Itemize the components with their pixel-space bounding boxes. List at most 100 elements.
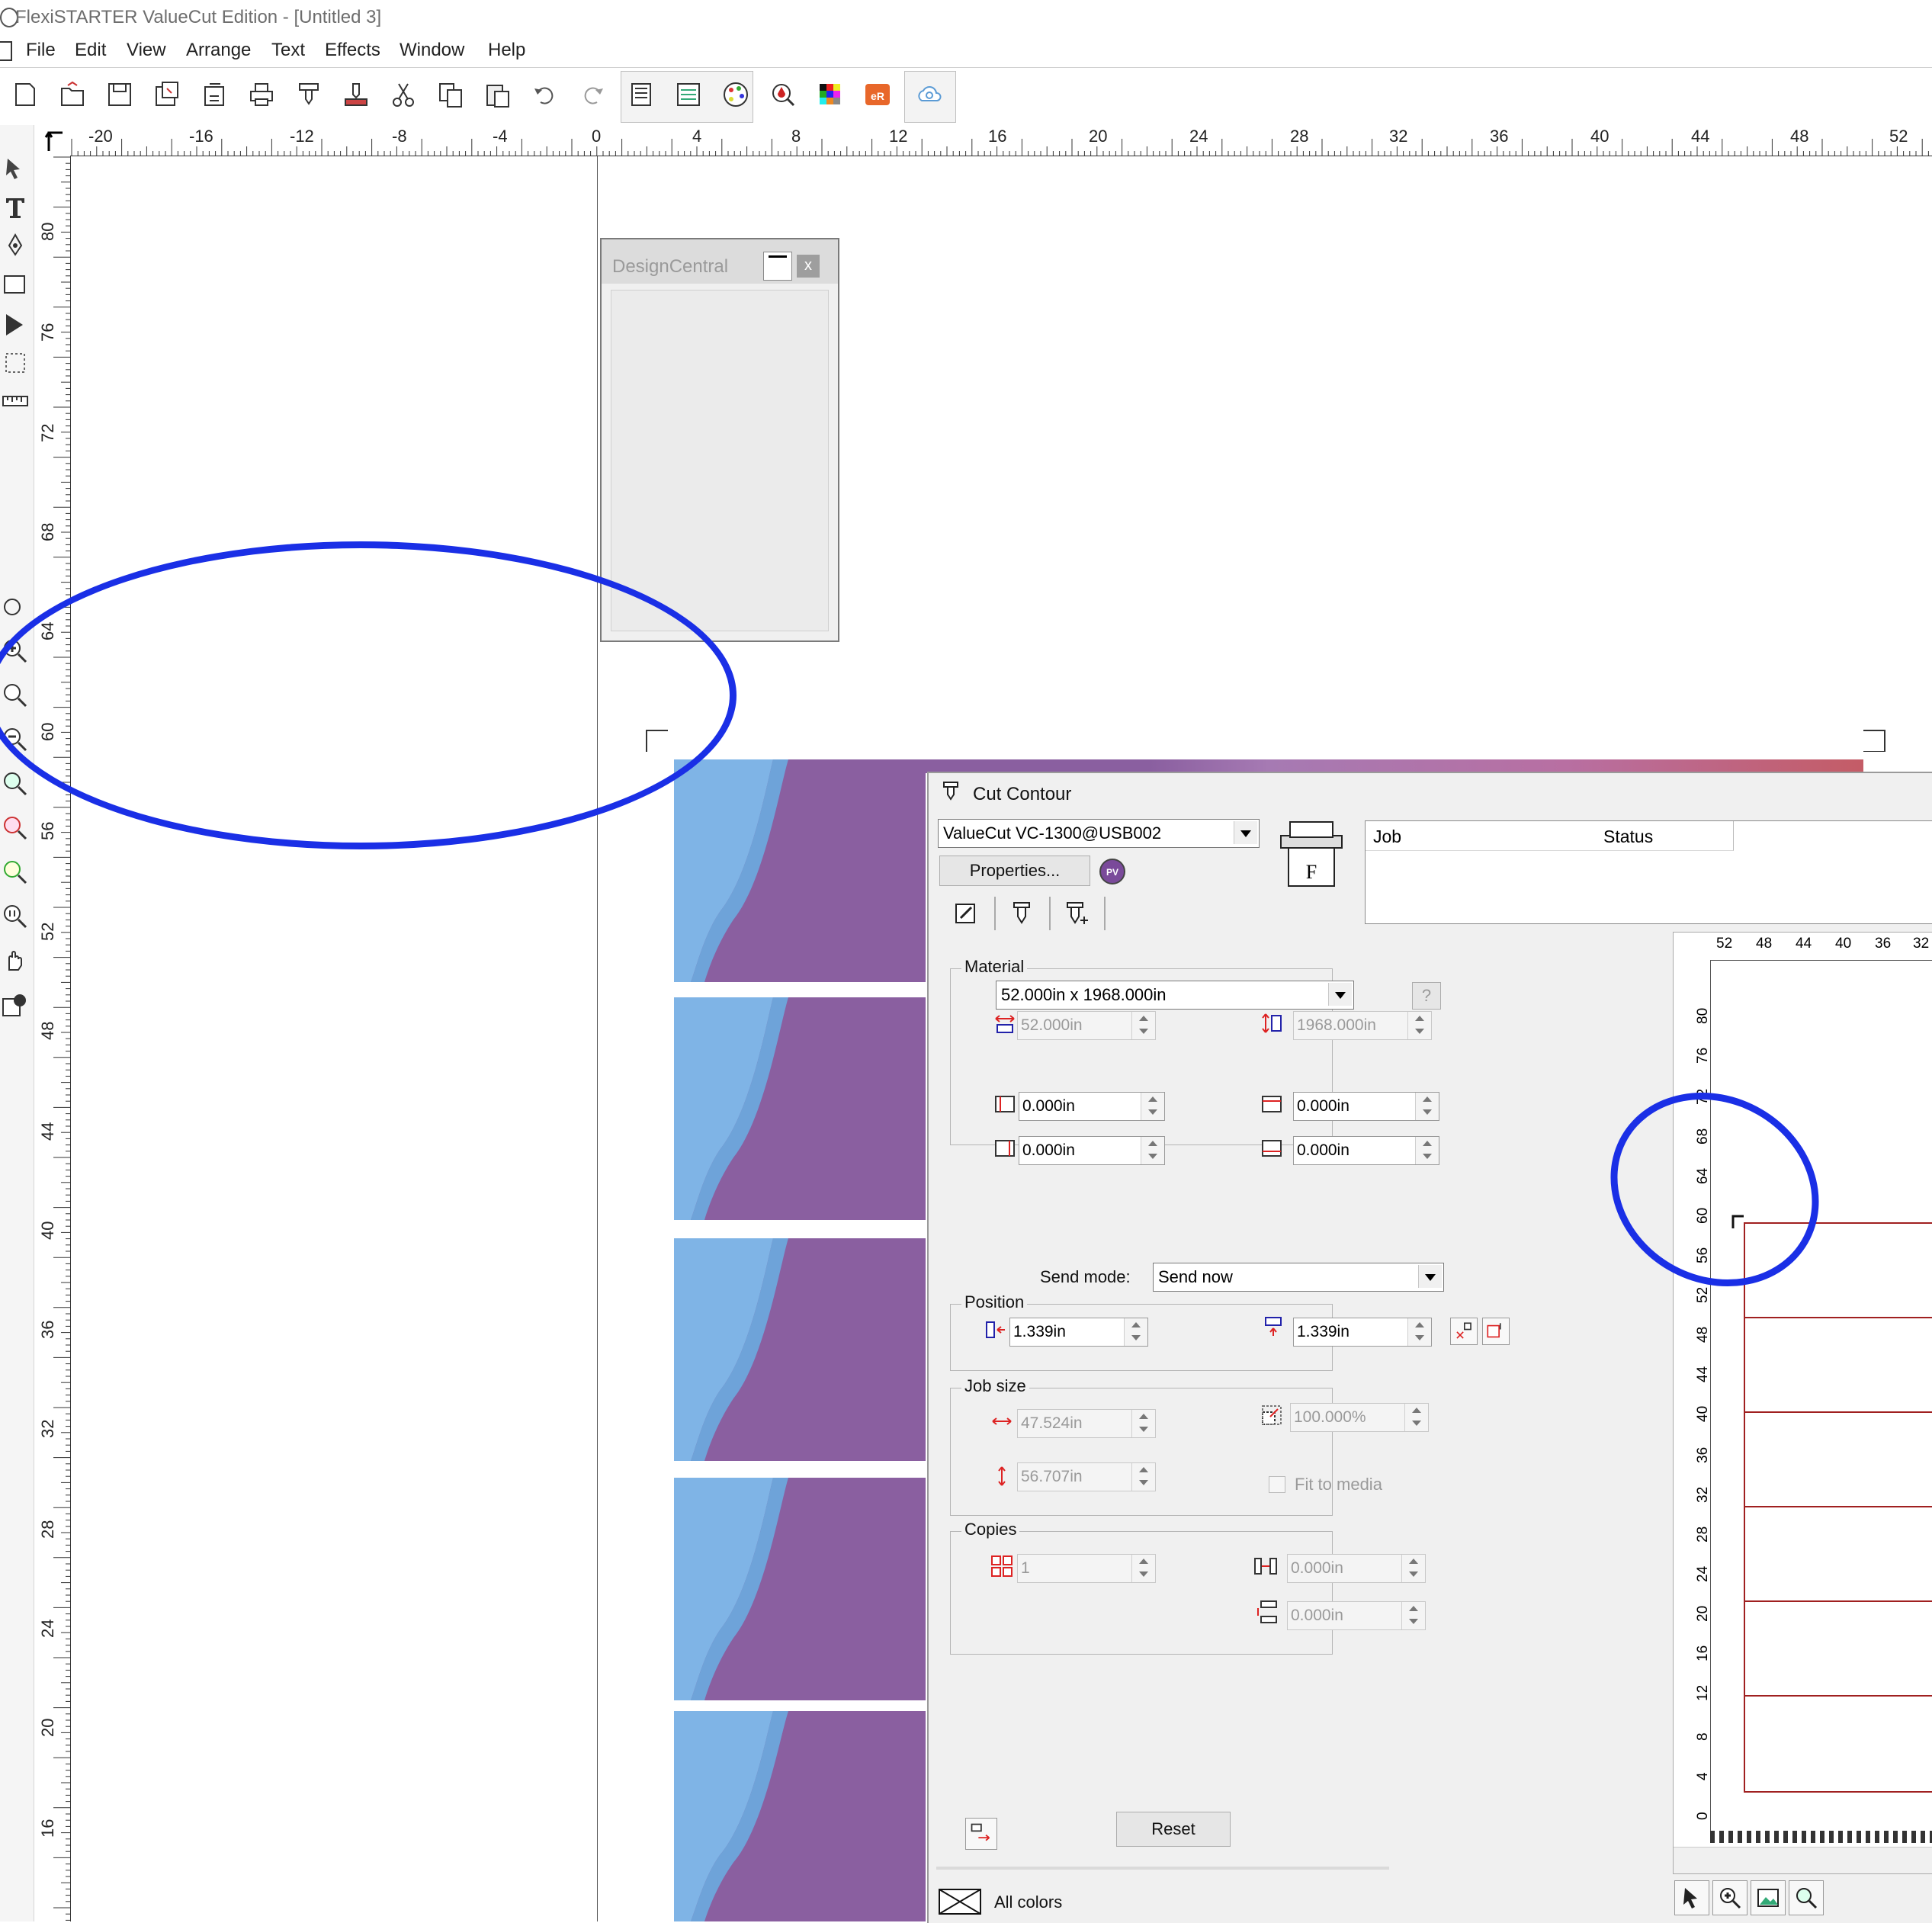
ruler-label: -12 xyxy=(290,127,314,146)
all-colors-icon xyxy=(938,1888,982,1915)
device-select[interactable]: ValueCut VC-1300@USB002 xyxy=(938,819,1260,848)
rip-and-print-icon[interactable] xyxy=(339,77,374,112)
tab-cutter[interactable] xyxy=(996,897,1051,930)
job-height-field[interactable]: 56.707in xyxy=(1017,1462,1156,1491)
clear-position-button[interactable] xyxy=(1450,1318,1478,1345)
zoom-all-icon[interactable] xyxy=(0,856,30,889)
send-to-device-button[interactable] xyxy=(965,1818,997,1850)
menu-arrange[interactable]: Arrange xyxy=(186,40,251,61)
cloud-icon[interactable] xyxy=(912,77,947,112)
color-palette-icon[interactable] xyxy=(718,77,753,112)
preview-zoom-fit-icon[interactable] xyxy=(1789,1880,1824,1915)
preview-pv-icon[interactable]: PV xyxy=(1098,857,1127,886)
horizontal-ruler[interactable]: -20 -16 -12 -8 -4 0 4 8 12 16 20 24 28 3… xyxy=(70,125,1932,156)
set-origin-button[interactable] xyxy=(1482,1318,1510,1345)
preview-image-icon[interactable] xyxy=(1751,1880,1786,1915)
material-size-select[interactable]: 52.000in x 1968.000in xyxy=(996,981,1354,1010)
pen-tool-icon[interactable] xyxy=(0,229,30,262)
job-setup-icon[interactable] xyxy=(624,77,659,112)
copy-icon[interactable] xyxy=(433,77,468,112)
cut-plot-icon[interactable] xyxy=(291,77,326,112)
node-edit-tool-icon[interactable] xyxy=(0,308,30,342)
fit-to-media-checkbox[interactable] xyxy=(1269,1476,1285,1493)
margin-bottom-field[interactable]: 0.000in xyxy=(1293,1136,1439,1165)
menu-file[interactable]: File xyxy=(26,40,56,61)
position-y-field[interactable]: 1.339in xyxy=(1293,1318,1432,1347)
ruler-origin[interactable] xyxy=(35,125,71,156)
ruler-label: 24 xyxy=(1189,127,1208,146)
zoom-selected-icon[interactable] xyxy=(0,767,30,801)
job-list[interactable]: Job Status xyxy=(1365,820,1932,924)
margin-left-field[interactable]: 0.000in xyxy=(1019,1092,1165,1121)
menu-edit[interactable]: Edit xyxy=(75,40,106,61)
print-icon[interactable] xyxy=(244,77,279,112)
close-button[interactable]: x xyxy=(797,255,820,278)
send-mode-select[interactable]: Send now xyxy=(1153,1263,1444,1292)
menu-help[interactable]: Help xyxy=(488,40,525,61)
design-strip[interactable] xyxy=(674,1711,926,1921)
tab-general[interactable] xyxy=(941,897,996,930)
media-preview[interactable]: 52 48 44 40 36 32 80 76 72 68 64 60 56 5… xyxy=(1673,932,1932,1874)
color-fill-icon[interactable] xyxy=(0,988,30,1022)
open-icon[interactable] xyxy=(55,77,90,112)
transform-tool-icon[interactable] xyxy=(0,346,30,380)
preview-scrollbar[interactable] xyxy=(1674,1847,1932,1873)
menu-window[interactable]: Window xyxy=(400,40,464,61)
material-width-field[interactable]: 52.000in xyxy=(1017,1011,1156,1040)
menu-view[interactable]: View xyxy=(127,40,166,61)
pan-hand-icon[interactable] xyxy=(0,944,30,978)
status-column-header[interactable]: Status xyxy=(1596,821,1734,851)
text-tool-icon[interactable] xyxy=(0,191,30,224)
ruler-label: 36 xyxy=(38,1320,57,1339)
select-tool-icon[interactable] xyxy=(0,152,30,186)
new-document-icon[interactable] xyxy=(8,77,43,112)
design-strip[interactable] xyxy=(674,1478,926,1700)
zoom-actual-size-icon[interactable] xyxy=(0,900,30,933)
tab-cutter-advanced[interactable] xyxy=(1051,897,1106,930)
design-strip[interactable] xyxy=(674,759,926,982)
zoom-history-icon[interactable] xyxy=(0,590,30,624)
copies-count-field[interactable]: 1 xyxy=(1017,1554,1156,1583)
margin-right-field[interactable]: 0.000in xyxy=(1019,1136,1165,1165)
reset-button[interactable]: Reset xyxy=(1116,1812,1231,1847)
scale-field[interactable]: 100.000% xyxy=(1290,1403,1429,1432)
color-drop-icon[interactable] xyxy=(765,77,801,112)
horizontal-spacing-field[interactable]: 0.000in xyxy=(1287,1554,1426,1583)
material-help-button[interactable]: ? xyxy=(1412,982,1441,1010)
material-length-field[interactable]: 1968.000in xyxy=(1293,1011,1432,1040)
document-icon[interactable] xyxy=(0,41,12,61)
production-manager-icon[interactable] xyxy=(671,77,706,112)
vertical-spacing-field[interactable]: 0.000in xyxy=(1287,1601,1426,1630)
er-icon[interactable]: eR xyxy=(860,77,895,112)
preview-ruler-label: 40 xyxy=(1695,1405,1711,1422)
import-icon[interactable] xyxy=(197,77,232,112)
vertical-ruler[interactable]: 80 76 72 68 64 60 56 52 48 44 40 36 32 2… xyxy=(35,156,71,1921)
properties-button[interactable]: Properties... xyxy=(939,856,1090,886)
paste-icon[interactable] xyxy=(480,77,515,112)
menu-text[interactable]: Text xyxy=(271,40,305,61)
preview-ruler-label: 36 xyxy=(1695,1446,1711,1463)
minimize-button[interactable] xyxy=(763,252,792,281)
preview-ruler-label: 0 xyxy=(1695,1812,1711,1820)
job-width-field[interactable]: 47.524in xyxy=(1017,1409,1156,1438)
margin-top-field[interactable]: 0.000in xyxy=(1293,1092,1439,1121)
design-strip[interactable] xyxy=(674,997,926,1220)
position-x-field[interactable]: 1.339in xyxy=(1009,1318,1148,1347)
preview-zoom-icon[interactable] xyxy=(1712,1880,1747,1915)
save-icon[interactable] xyxy=(102,77,137,112)
swatch-grid-icon[interactable] xyxy=(813,77,848,112)
menu-effects[interactable]: Effects xyxy=(325,40,380,61)
preview-ruler-label: 32 xyxy=(1695,1486,1711,1503)
job-column-header[interactable]: Job xyxy=(1366,821,1597,851)
preview-select-icon[interactable] xyxy=(1674,1880,1709,1915)
length-icon xyxy=(1260,1011,1284,1035)
save-as-icon[interactable] xyxy=(149,77,185,112)
shape-tool-icon[interactable] xyxy=(0,267,30,300)
undo-icon[interactable] xyxy=(528,77,563,112)
measure-tool-icon[interactable] xyxy=(0,384,30,418)
design-strip[interactable] xyxy=(674,1238,926,1461)
scissors-icon[interactable] xyxy=(386,77,421,112)
preview-ruler-label: 48 xyxy=(1695,1326,1711,1343)
redo-icon[interactable] xyxy=(575,77,610,112)
zoom-page-icon[interactable] xyxy=(0,811,30,845)
